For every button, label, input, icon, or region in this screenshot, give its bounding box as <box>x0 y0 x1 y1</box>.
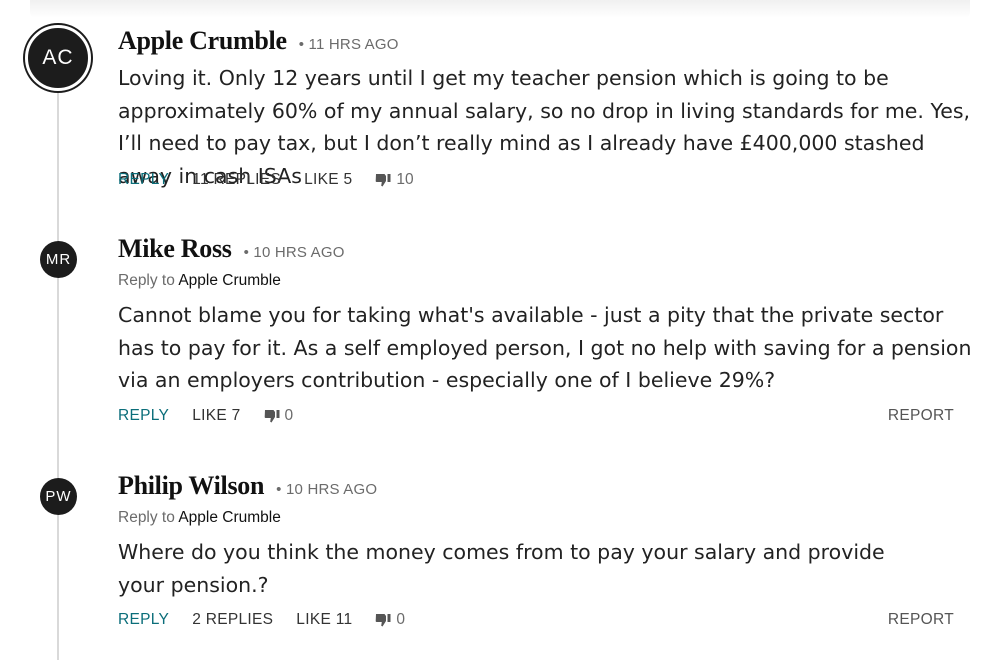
thumbs-down-icon <box>376 173 391 186</box>
timestamp: • 10 HRS AGO <box>243 244 345 261</box>
reply-to-author[interactable]: Apple Crumble <box>178 509 281 526</box>
author-name[interactable]: Mike Ross <box>118 234 232 264</box>
comment-body: Cannot blame you for taking what's avail… <box>118 303 972 392</box>
avatar[interactable]: PW <box>40 478 77 515</box>
like-button[interactable]: LIKE 5 <box>304 171 352 189</box>
comment-actions: REPLY LIKE 7 0 REPORT <box>118 405 954 427</box>
author-name[interactable]: Philip Wilson <box>118 471 264 501</box>
reply-button[interactable]: REPLY <box>118 611 169 629</box>
author-name[interactable]: Apple Crumble <box>118 26 287 56</box>
thumbs-down-icon <box>264 409 280 422</box>
comment-actions: REPLY 11 REPLIES LIKE 5 10 <box>118 169 954 191</box>
comment-actions: REPLY 2 REPLIES LIKE 11 0 REPORT <box>118 609 954 631</box>
dislike-button[interactable]: 0 <box>264 407 294 425</box>
comment-header: Philip Wilson • 10 HRS AGO <box>118 471 377 501</box>
dislike-count: 10 <box>396 171 414 188</box>
timestamp: • 11 HRS AGO <box>298 36 399 53</box>
reply-to-label: Reply to <box>118 509 175 526</box>
reply-to-author[interactable]: Apple Crumble <box>178 272 281 289</box>
replies-toggle[interactable]: 11 REPLIES <box>192 171 281 189</box>
dislike-count: 0 <box>396 611 406 628</box>
dislike-count: 0 <box>284 407 294 424</box>
reply-to-line: Reply to Apple Crumble <box>118 509 281 527</box>
comment-header: Apple Crumble • 11 HRS AGO <box>118 26 399 56</box>
reply-to-label: Reply to <box>118 272 175 289</box>
replies-toggle[interactable]: 2 REPLIES <box>192 611 273 629</box>
avatar[interactable]: AC <box>25 25 91 91</box>
comment-mike-ross: MR Mike Ross • 10 HRS AGO Reply to Apple… <box>0 230 1000 440</box>
reply-button[interactable]: REPLY <box>118 171 169 189</box>
report-button[interactable]: REPORT <box>888 611 954 629</box>
avatar[interactable]: MR <box>40 241 77 278</box>
like-button[interactable]: LIKE 11 <box>296 611 352 629</box>
dislike-button[interactable]: 10 <box>375 171 414 189</box>
report-button[interactable]: REPORT <box>888 407 954 425</box>
timestamp: • 10 HRS AGO <box>276 481 378 498</box>
thumbs-down-icon <box>376 613 391 626</box>
comment-header: Mike Ross • 10 HRS AGO <box>118 234 345 264</box>
like-button[interactable]: LIKE 7 <box>192 407 240 425</box>
reply-button[interactable]: REPLY <box>118 407 169 425</box>
comment-apple-crumble: AC Apple Crumble • 11 HRS AGO Loving it.… <box>0 0 1000 200</box>
comment-philip-wilson: PW Philip Wilson • 10 HRS AGO Reply to A… <box>0 467 1000 660</box>
dislike-button[interactable]: 0 <box>375 611 405 629</box>
reply-to-line: Reply to Apple Crumble <box>118 272 281 290</box>
comment-body: Where do you think the money comes from … <box>118 540 885 597</box>
